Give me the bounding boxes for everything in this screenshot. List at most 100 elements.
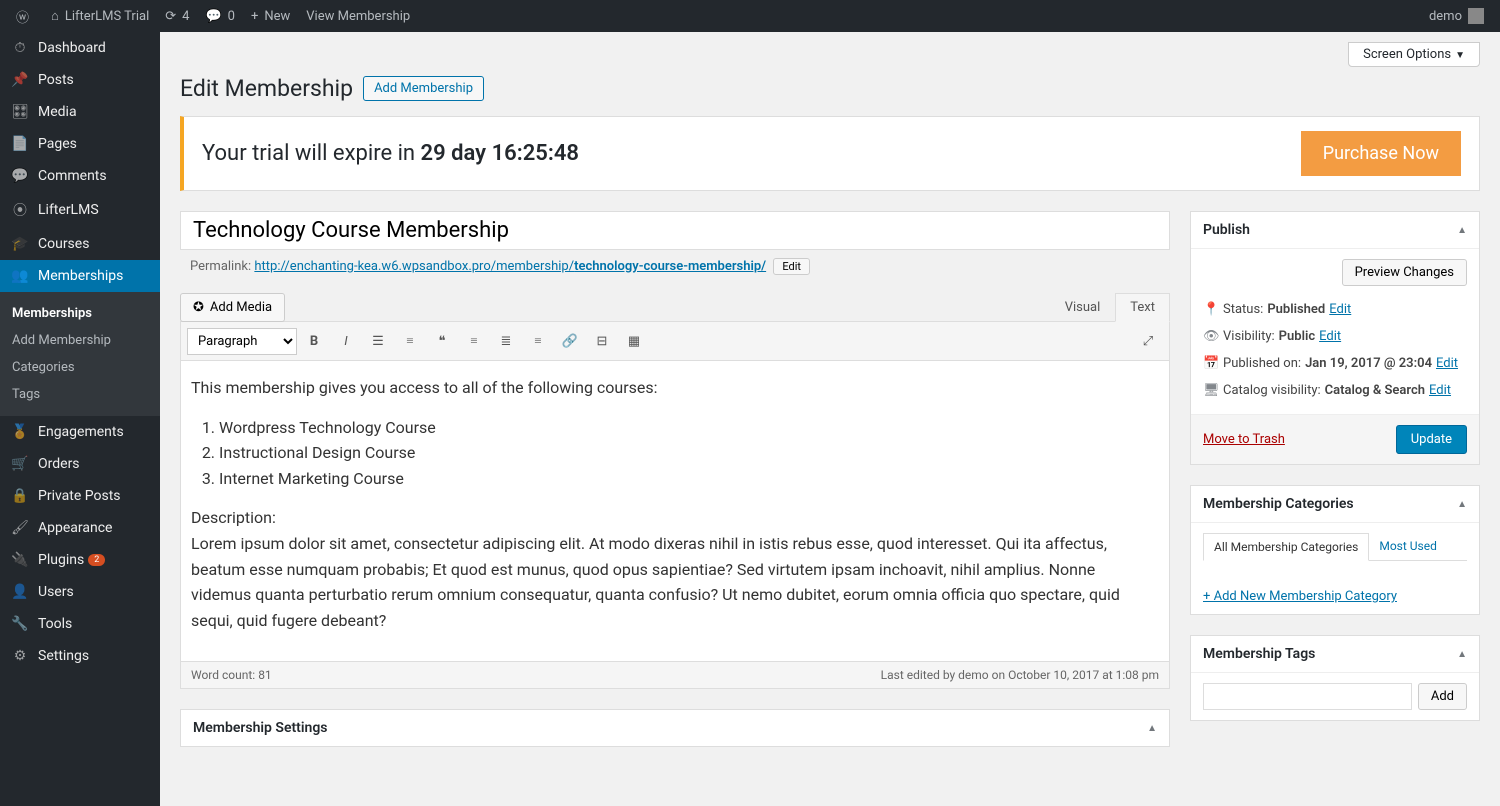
editor: Paragraph B I ☰ ≡ ❝ ≡ ≣ ≡ 🔗 ⊟ ▦ ⤢ This m — [180, 321, 1170, 689]
sidebar-item-private-posts[interactable]: 🔒Private Posts — [0, 480, 160, 512]
home-icon: ⌂ — [51, 8, 59, 24]
sidebar-item-appearance[interactable]: 🖌Appearance — [0, 512, 160, 544]
refresh-icon: ⟳ — [165, 9, 176, 24]
menu-icon: 🖌 — [10, 520, 30, 536]
avatar — [1468, 8, 1484, 24]
panel-toggle-icon[interactable]: ▲ — [1457, 649, 1467, 660]
submenu-item-memberships[interactable]: Memberships — [0, 300, 160, 327]
page-title: Edit Membership — [180, 75, 353, 102]
panel-toggle-icon[interactable]: ▲ — [1457, 499, 1467, 510]
toolbar-toggle-button[interactable]: ▦ — [619, 326, 649, 356]
new-link[interactable]: +New — [243, 0, 298, 32]
editor-content[interactable]: This membership gives you access to all … — [181, 361, 1169, 661]
align-right-button[interactable]: ≡ — [523, 326, 553, 356]
align-center-button[interactable]: ≣ — [491, 326, 521, 356]
list-item: Internet Marketing Course — [219, 466, 1159, 492]
edit-permalink-button[interactable]: Edit — [773, 258, 810, 275]
media-icon: ✪ — [193, 300, 204, 315]
tags-panel: Membership Tags▲ Add — [1190, 635, 1480, 721]
sidebar-item-posts[interactable]: 📌Posts — [0, 64, 160, 96]
admin-sidebar: ⏱Dashboard📌Posts🎛Media📄Pages💬Comments⦿Li… — [0, 32, 160, 806]
format-select[interactable]: Paragraph — [187, 328, 297, 355]
menu-icon: 🔒 — [10, 488, 30, 504]
sidebar-item-users[interactable]: 👤Users — [0, 576, 160, 608]
membership-settings-panel: Membership Settings▲ — [180, 709, 1170, 747]
main-content: Screen Options▼ Edit Membership Add Memb… — [160, 32, 1500, 806]
preview-changes-button[interactable]: Preview Changes — [1342, 259, 1467, 286]
update-badge: 2 — [88, 554, 105, 566]
update-button[interactable]: Update — [1396, 425, 1467, 454]
add-media-button[interactable]: ✪Add Media — [180, 293, 285, 322]
menu-icon: 🎓 — [10, 236, 30, 252]
menu-icon: ⚙ — [10, 648, 30, 664]
user-menu[interactable]: demo — [1421, 0, 1492, 32]
sidebar-item-dashboard[interactable]: ⏱Dashboard — [0, 32, 160, 64]
purchase-now-button[interactable]: Purchase Now — [1301, 131, 1461, 176]
sidebar-item-memberships[interactable]: 👥Memberships — [0, 260, 160, 292]
sidebar-item-engagements[interactable]: 🏅Engagements — [0, 416, 160, 448]
comments-link[interactable]: 💬0 — [197, 0, 243, 32]
tag-input[interactable] — [1203, 683, 1412, 710]
blockquote-button[interactable]: ❝ — [427, 326, 457, 356]
chevron-up-icon: ▲ — [1147, 723, 1157, 734]
trial-notice: Your trial will expire in 29 day 16:25:4… — [180, 116, 1480, 191]
wp-logo[interactable]: ⓦ — [8, 0, 43, 32]
permalink-row: Permalink: http://enchanting-kea.w6.wpsa… — [180, 250, 1170, 279]
list-item: Instructional Design Course — [219, 440, 1159, 466]
menu-icon: 📌 — [10, 72, 30, 88]
site-link[interactable]: ⌂ LifterLMS Trial — [43, 0, 157, 32]
link-button[interactable]: 🔗 — [555, 326, 585, 356]
bullet-list-button[interactable]: ☰ — [363, 326, 393, 356]
tab-visual[interactable]: Visual — [1050, 293, 1116, 322]
categories-panel: Membership Categories▲ All Membership Ca… — [1190, 485, 1480, 615]
menu-icon: 👤 — [10, 584, 30, 600]
monitor-icon: 🖥 — [1203, 383, 1223, 398]
permalink-link[interactable]: http://enchanting-kea.w6.wpsandbox.pro/m… — [254, 259, 766, 274]
sidebar-item-settings[interactable]: ⚙Settings — [0, 640, 160, 672]
menu-icon: ⏱ — [10, 40, 30, 56]
panel-toggle-icon[interactable]: ▲ — [1457, 225, 1467, 236]
sidebar-item-tools[interactable]: 🔧Tools — [0, 608, 160, 640]
edit-catalog-link[interactable]: Edit — [1429, 383, 1451, 398]
sidebar-item-lifterlms[interactable]: ⦿LifterLMS — [0, 192, 160, 228]
sidebar-item-courses[interactable]: 🎓Courses — [0, 228, 160, 260]
updates-link[interactable]: ⟳4 — [157, 0, 197, 32]
edit-visibility-link[interactable]: Edit — [1319, 329, 1341, 344]
move-to-trash-link[interactable]: Move to Trash — [1203, 432, 1285, 447]
post-title-input[interactable] — [180, 211, 1170, 250]
plus-icon: + — [251, 9, 258, 24]
add-tag-button[interactable]: Add — [1418, 683, 1467, 710]
menu-icon: 💬 — [10, 168, 30, 184]
sidebar-item-plugins[interactable]: 🔌Plugins2 — [0, 544, 160, 576]
align-left-button[interactable]: ≡ — [459, 326, 489, 356]
edit-status-link[interactable]: Edit — [1329, 302, 1351, 317]
add-membership-button[interactable]: Add Membership — [363, 76, 484, 101]
chevron-down-icon: ▼ — [1455, 50, 1465, 61]
menu-icon: 🔌 — [10, 552, 30, 568]
readmore-button[interactable]: ⊟ — [587, 326, 617, 356]
numbered-list-button[interactable]: ≡ — [395, 326, 425, 356]
last-edited: Last edited by demo on October 10, 2017 … — [881, 668, 1159, 682]
membership-settings-toggle[interactable]: Membership Settings▲ — [181, 710, 1169, 746]
sidebar-item-pages[interactable]: 📄Pages — [0, 128, 160, 160]
submenu-item-categories[interactable]: Categories — [0, 354, 160, 381]
menu-icon: 📄 — [10, 136, 30, 152]
tab-all-categories[interactable]: All Membership Categories — [1203, 533, 1369, 561]
menu-icon: 🛒 — [10, 456, 30, 472]
fullscreen-button[interactable]: ⤢ — [1133, 326, 1163, 356]
submenu-item-add-membership[interactable]: Add Membership — [0, 327, 160, 354]
bold-button[interactable]: B — [299, 326, 329, 356]
screen-options-toggle[interactable]: Screen Options▼ — [1348, 42, 1480, 67]
tab-text[interactable]: Text — [1115, 293, 1170, 322]
italic-button[interactable]: I — [331, 326, 361, 356]
edit-date-link[interactable]: Edit — [1436, 356, 1458, 371]
tab-most-used[interactable]: Most Used — [1369, 533, 1447, 560]
submenu-item-tags[interactable]: Tags — [0, 381, 160, 408]
sidebar-item-orders[interactable]: 🛒Orders — [0, 448, 160, 480]
add-category-link[interactable]: + Add New Membership Category — [1203, 589, 1397, 604]
site-title: LifterLMS Trial — [65, 9, 149, 24]
sidebar-item-comments[interactable]: 💬Comments — [0, 160, 160, 192]
view-membership-link[interactable]: View Membership — [298, 0, 418, 32]
sidebar-item-media[interactable]: 🎛Media — [0, 96, 160, 128]
editor-toolbar: Paragraph B I ☰ ≡ ❝ ≡ ≣ ≡ 🔗 ⊟ ▦ ⤢ — [181, 322, 1169, 361]
